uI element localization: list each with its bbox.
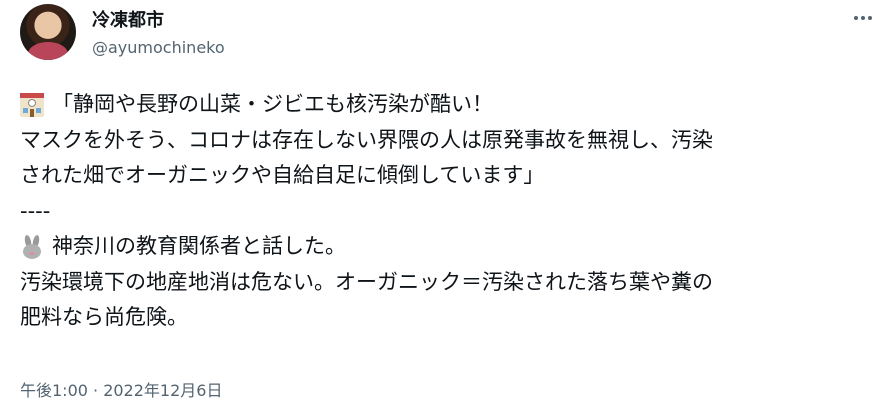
tweet-line-text: 神奈川の教育関係者と話した。 <box>52 234 346 258</box>
more-horizontal-icon <box>861 16 865 20</box>
tweet-line: 汚染環境下の地産地消は危ない。オーガニック＝汚染された落ち葉や糞の <box>20 265 885 301</box>
tweet-line: 神奈川の教育関係者と話した。 <box>20 229 885 265</box>
avatar-shoulder <box>28 42 68 60</box>
more-horizontal-icon <box>854 16 858 20</box>
rabbit-emoji-icon <box>20 234 44 259</box>
more-options-button[interactable] <box>846 6 880 30</box>
tweet-line-text: された畑でオーガニックや自給自足に傾倒しています」 <box>20 163 545 187</box>
user-handle[interactable]: @ayumochineko <box>92 38 225 58</box>
tweet-line-text: ---- <box>20 198 51 223</box>
tweet-line-text: 「静岡や長野の山菜・ジビエも核汚染が酷い！ <box>52 92 493 116</box>
more-horizontal-icon <box>868 16 872 20</box>
tweet-text: 「静岡や長野の山菜・ジビエも核汚染が酷い！ マスクを外そう、コロナは存在しない界… <box>20 87 885 336</box>
tweet-line: 肥料なら尚危険。 <box>20 300 885 336</box>
tweet-line-text: マスクを外そう、コロナは存在しない界隈の人は原発事故を無視し、汚染 <box>20 127 713 152</box>
school-emoji-icon <box>20 92 44 117</box>
tweet-line-text: 汚染環境下の地産地消は危ない。オーガニック＝汚染された落ち葉や糞の <box>20 269 713 294</box>
tweet-line: マスクを外そう、コロナは存在しない界隈の人は原発事故を無視し、汚染 <box>20 123 885 159</box>
tweet-line-text: 肥料なら尚危険。 <box>20 305 188 329</box>
display-name[interactable]: 冷凍都市 <box>92 10 164 32</box>
tweet-line: 「静岡や長野の山菜・ジビエも核汚染が酷い！ <box>20 87 885 123</box>
tweet-line: された畑でオーガニックや自給自足に傾倒しています」 <box>20 158 885 194</box>
tweet-line: ---- <box>20 194 885 230</box>
avatar[interactable] <box>20 4 76 60</box>
timestamp-link[interactable]: 午後1:00 · 2022年12月6日 <box>20 381 222 401</box>
